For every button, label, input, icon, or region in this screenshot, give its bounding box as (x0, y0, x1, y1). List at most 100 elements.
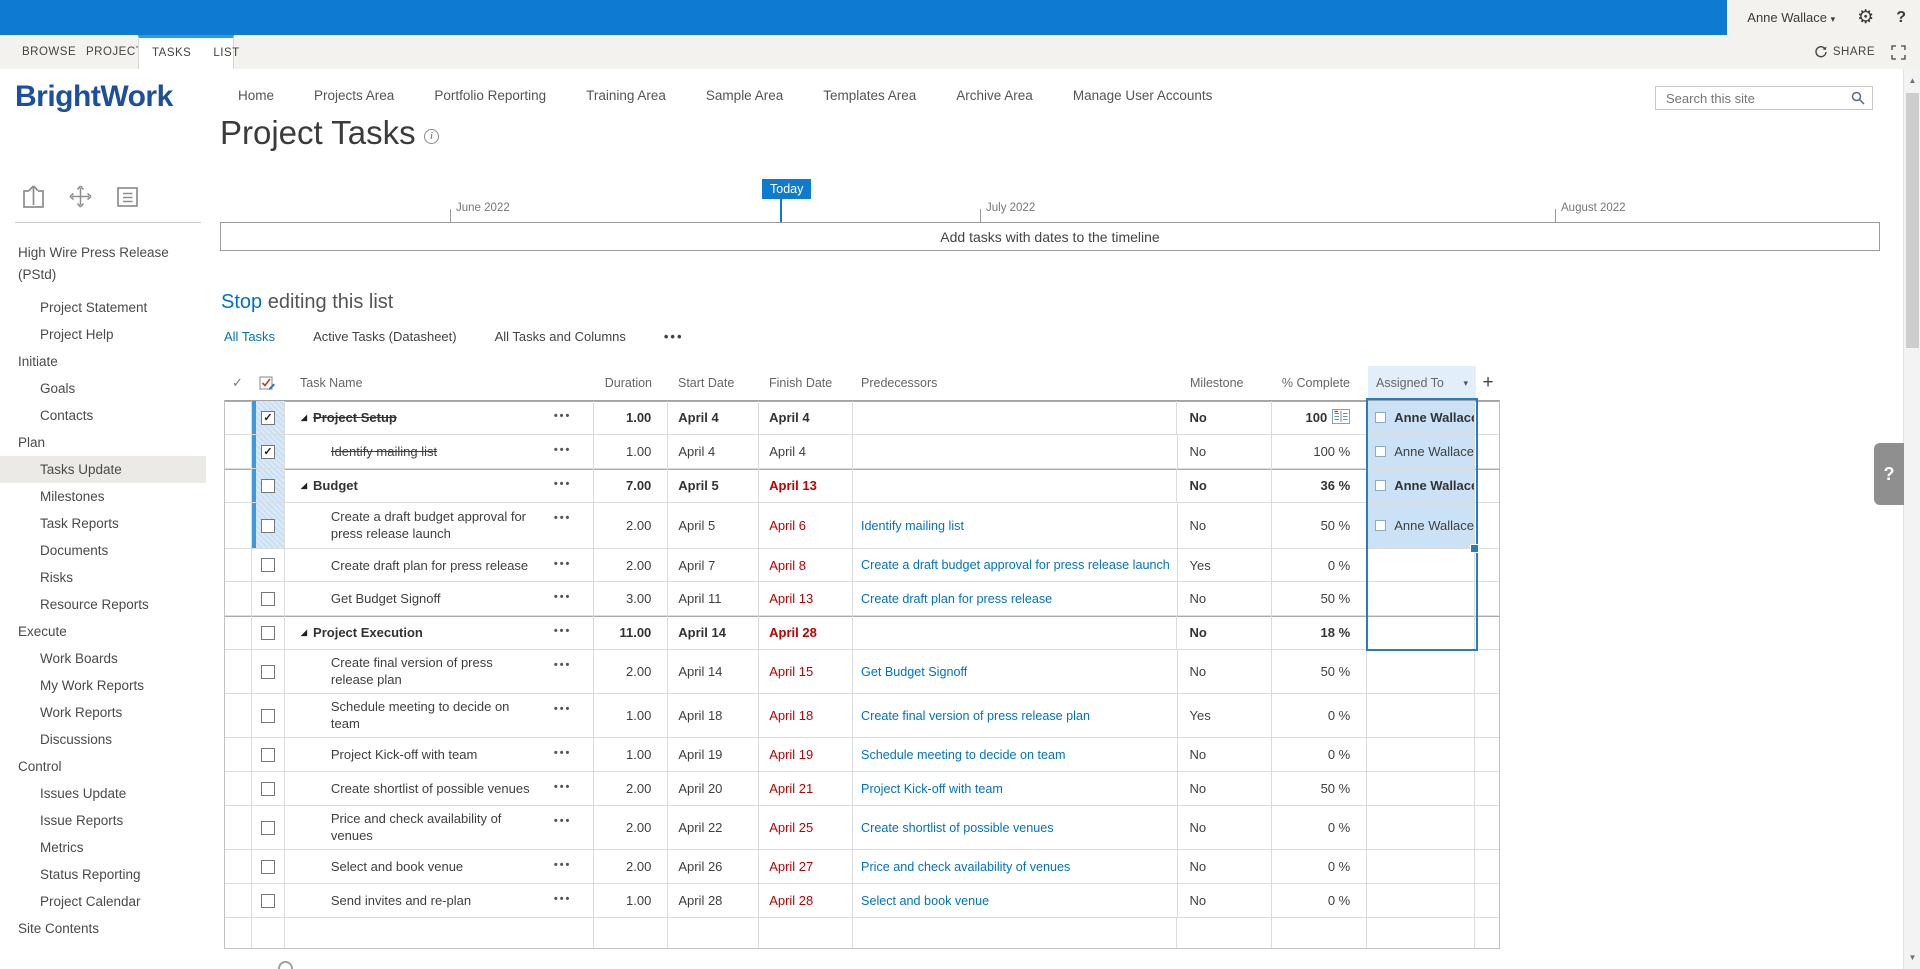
row-select-cell[interactable]: ✓ (252, 401, 285, 434)
finish-date-cell[interactable]: April 6 (759, 503, 853, 548)
predecessors-cell[interactable]: Price and check availability of venues (853, 850, 1177, 883)
duration-cell[interactable]: 2.00 (594, 850, 668, 883)
header-finish-date[interactable]: Finish Date (759, 366, 853, 400)
row-select-cell[interactable] (252, 469, 285, 502)
presence-checkbox[interactable] (1375, 480, 1386, 491)
predecessors-cell[interactable] (853, 469, 1177, 502)
milestone-cell[interactable]: No (1177, 401, 1272, 434)
task-name-cell[interactable]: Project Kick-off with team••• (285, 738, 595, 771)
finish-date-cell[interactable]: April 8 (759, 549, 853, 581)
search-icon[interactable] (1851, 91, 1865, 105)
start-date-cell[interactable]: April 5 (668, 469, 759, 502)
predecessors-cell[interactable] (853, 401, 1177, 434)
select-all-check[interactable]: ✓ (224, 366, 251, 400)
row-gutter-cell[interactable] (225, 549, 252, 581)
group-expand-icon[interactable]: ◢ (301, 413, 307, 422)
predecessors-cell[interactable] (853, 918, 1177, 948)
header-assigned-to[interactable]: Assigned To▾ (1368, 366, 1476, 400)
row-gutter-cell[interactable] (225, 650, 252, 693)
milestone-cell[interactable]: No (1178, 738, 1273, 771)
task-name-cell[interactable]: Send invites and re-plan••• (285, 884, 595, 917)
duration-cell[interactable]: 1.00 (594, 738, 668, 771)
row-checkbox[interactable] (261, 782, 275, 796)
assigned-to-cell[interactable] (1367, 918, 1475, 948)
assigned-to-cell[interactable] (1367, 806, 1475, 849)
brightwork-logo[interactable]: BrightWork (15, 80, 173, 114)
sidebar-item-initiate[interactable]: Initiate (0, 348, 206, 375)
top-nav-item-templates-area[interactable]: Templates Area (823, 88, 916, 103)
milestone-cell[interactable] (1177, 918, 1272, 948)
percent-complete-cell[interactable]: 0 % (1272, 850, 1367, 883)
predecessors-cell[interactable]: Create a draft budget approval for press… (853, 549, 1177, 581)
row-select-cell[interactable] (252, 616, 285, 649)
row-gutter-cell[interactable] (225, 694, 252, 737)
row-menu-ellipsis[interactable]: ••• (554, 591, 572, 603)
row-gutter-cell[interactable] (225, 850, 252, 883)
cell-editor-icon[interactable] (1332, 409, 1350, 427)
row-menu-ellipsis[interactable]: ••• (554, 815, 572, 827)
assigned-to-cell[interactable] (1367, 650, 1475, 693)
row-select-cell[interactable] (252, 549, 285, 581)
sidebar-item-execute[interactable]: Execute (0, 618, 206, 645)
row-gutter-cell[interactable] (225, 435, 252, 468)
percent-complete-cell[interactable]: 0 % (1272, 738, 1367, 771)
start-date-cell[interactable]: April 18 (668, 694, 759, 737)
row-select-cell[interactable] (252, 884, 285, 917)
task-name-cell[interactable]: ◢Project Setup••• (285, 401, 595, 434)
start-date-cell[interactable]: April 7 (668, 549, 759, 581)
sidebar-item-project-help[interactable]: Project Help (0, 321, 206, 348)
row-checkbox[interactable]: ✓ (261, 411, 275, 425)
sidebar-item-plan[interactable]: Plan (0, 429, 206, 456)
predecessors-cell[interactable]: Get Budget Signoff (853, 650, 1177, 693)
milestone-cell[interactable]: No (1178, 503, 1273, 548)
header-milestone[interactable]: Milestone (1178, 366, 1273, 400)
sidebar-item-tasks-update[interactable]: Tasks Update (0, 456, 206, 483)
top-nav-item-home[interactable]: Home (238, 88, 274, 103)
share-button[interactable]: SHARE (1814, 45, 1875, 59)
predecessor-link[interactable]: Schedule meeting to decide on team (861, 748, 1065, 762)
predecessors-cell[interactable]: Project Kick-off with team (853, 772, 1177, 805)
start-date-cell[interactable]: April 4 (668, 435, 759, 468)
assigned-to-cell[interactable] (1367, 850, 1475, 883)
row-checkbox[interactable] (261, 894, 275, 908)
view-more-ellipsis[interactable]: ••• (664, 329, 684, 344)
row-select-cell[interactable] (252, 650, 285, 693)
header-start-date[interactable]: Start Date (668, 366, 759, 400)
scrollbar-thumb[interactable] (1906, 93, 1919, 348)
percent-complete-cell[interactable]: 50 % (1272, 650, 1367, 693)
chevron-down-icon[interactable]: ▾ (1463, 378, 1476, 389)
sidebar-item-contacts[interactable]: Contacts (0, 402, 206, 429)
sidebar-item-site-contents[interactable]: Site Contents (0, 915, 206, 942)
row-menu-ellipsis[interactable]: ••• (554, 659, 572, 671)
finish-date-cell[interactable]: April 13 (759, 582, 853, 615)
tab-browse[interactable]: BROWSE (22, 35, 76, 69)
duration-cell[interactable]: 1.00 (594, 401, 668, 434)
percent-complete-cell[interactable]: 50 % (1272, 582, 1367, 615)
assigned-to-cell[interactable] (1367, 549, 1475, 581)
top-nav-item-projects-area[interactable]: Projects Area (314, 88, 394, 103)
vertical-scrollbar[interactable]: ▲ ▼ (1903, 69, 1920, 969)
timeline-band[interactable]: Add tasks with dates to the timeline (220, 222, 1880, 251)
view-all-tasks[interactable]: All Tasks (224, 329, 275, 344)
task-name-cell[interactable]: ◢Project Execution••• (285, 616, 595, 649)
percent-complete-cell[interactable]: 100 (1272, 401, 1367, 434)
row-select-cell[interactable] (252, 694, 285, 737)
top-nav-item-sample-area[interactable]: Sample Area (706, 88, 783, 103)
row-checkbox[interactable] (261, 709, 275, 723)
milestone-cell[interactable]: Yes (1178, 549, 1273, 581)
row-menu-ellipsis[interactable]: ••• (554, 444, 572, 456)
row-select-cell[interactable]: ✓ (252, 435, 285, 468)
group-expand-icon[interactable]: ◢ (301, 481, 307, 490)
milestone-cell[interactable]: No (1178, 435, 1273, 468)
row-select-cell[interactable] (252, 738, 285, 771)
start-date-cell[interactable]: April 26 (668, 850, 759, 883)
add-column-button[interactable]: + (1476, 366, 1500, 400)
row-gutter-cell[interactable] (225, 401, 252, 434)
assigned-to-cell[interactable] (1367, 616, 1475, 649)
milestone-cell[interactable]: No (1177, 469, 1272, 502)
tab-project[interactable]: PROJECT (86, 35, 143, 69)
row-select-cell[interactable] (252, 918, 285, 948)
sidebar-item-risks[interactable]: Risks (0, 564, 206, 591)
duration-cell[interactable]: 1.00 (594, 435, 668, 468)
duration-cell[interactable]: 1.00 (594, 694, 668, 737)
